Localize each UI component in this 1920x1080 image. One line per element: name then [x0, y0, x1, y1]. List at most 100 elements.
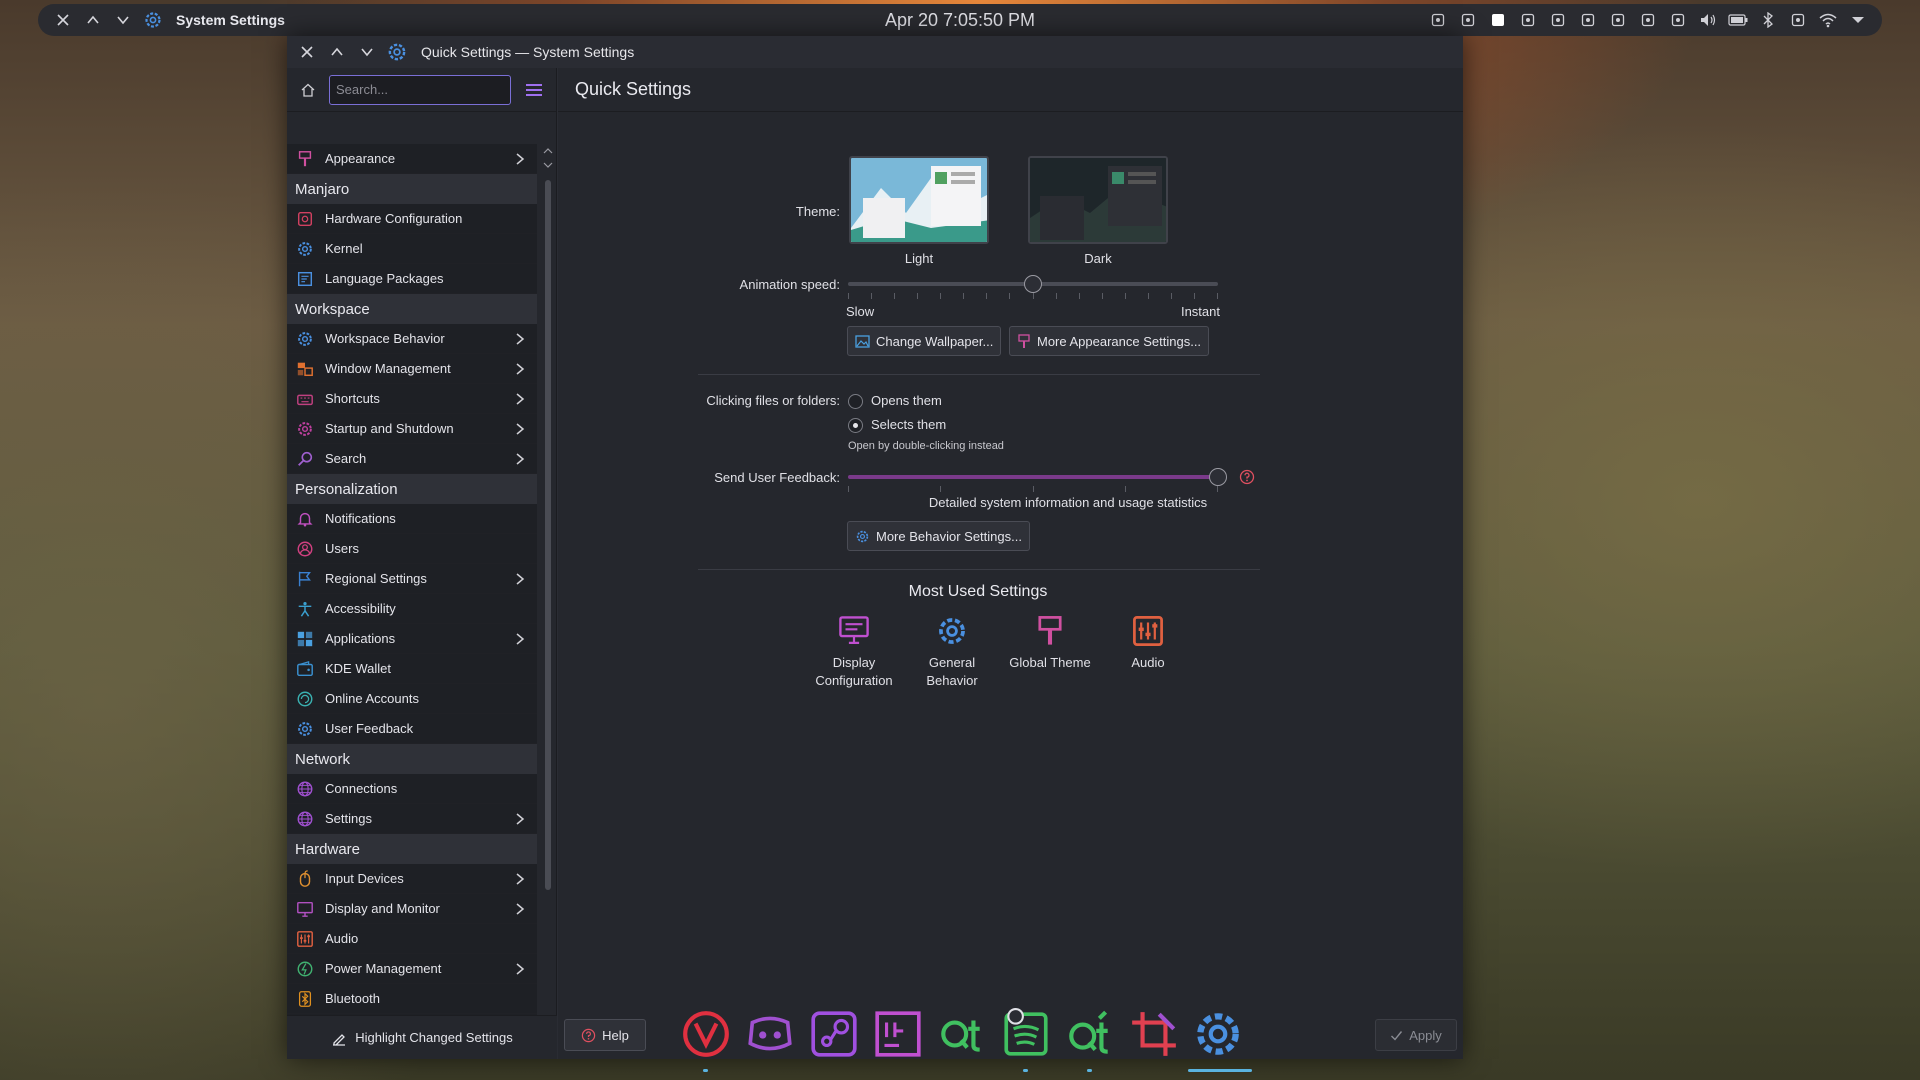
dock-app-qt-creator[interactable] — [1060, 1004, 1120, 1072]
slider-tick — [1171, 293, 1172, 299]
dock-active-indicator — [1188, 1069, 1252, 1072]
close-icon[interactable] — [52, 9, 74, 31]
volume-icon[interactable] — [1697, 10, 1718, 31]
dock-app-qt[interactable] — [932, 1004, 992, 1064]
sidebar-scrollbar[interactable] — [541, 144, 555, 1049]
sidebar-item-online-accounts[interactable]: Online Accounts — [287, 684, 537, 714]
opens-them-label[interactable]: Opens them — [871, 393, 942, 408]
sidebar-item-users[interactable]: Users — [287, 534, 537, 564]
notifications-icon[interactable] — [1457, 10, 1478, 31]
most-used-general-behavior[interactable]: General Behavior — [903, 614, 1001, 690]
animation-speed-handle[interactable] — [1024, 275, 1042, 293]
accounts-icon — [295, 689, 315, 709]
sidebar-item-shortcuts[interactable]: Shortcuts — [287, 384, 537, 414]
most-used-global-theme[interactable]: Global Theme — [1001, 614, 1099, 672]
help-icon[interactable] — [1239, 469, 1255, 485]
sidebar-item-input-devices[interactable]: Input Devices — [287, 864, 537, 894]
sidebar-item-accessibility[interactable]: Accessibility — [287, 594, 537, 624]
hamburger-menu-icon[interactable] — [523, 79, 545, 101]
selects-them-label[interactable]: Selects them — [871, 417, 946, 432]
most-used-display-configuration[interactable]: Display Configuration — [805, 614, 903, 690]
media-icon[interactable] — [1517, 10, 1538, 31]
theme-dark-card[interactable] — [1028, 156, 1168, 244]
opens-them-radio[interactable] — [848, 394, 863, 409]
scrollbar-thumb[interactable] — [545, 180, 551, 890]
close-icon[interactable] — [295, 40, 319, 64]
sidebar-item-kde-wallet[interactable]: KDE Wallet — [287, 654, 537, 684]
dock-app-spotify[interactable] — [996, 1004, 1056, 1072]
apply-button[interactable]: Apply — [1375, 1019, 1457, 1051]
sidebar-item-notifications[interactable]: Notifications — [287, 504, 537, 534]
terminal-icon[interactable] — [1577, 10, 1598, 31]
theme-light-card[interactable] — [849, 156, 989, 244]
updates-icon[interactable] — [1547, 10, 1568, 31]
dock-app-steam[interactable] — [804, 1004, 864, 1064]
sidebar-item-hardware-configuration[interactable]: Hardware Configuration — [287, 204, 537, 234]
expand-tray-icon[interactable] — [1847, 10, 1868, 31]
sidebar-item-display-and-monitor[interactable]: Display and Monitor — [287, 894, 537, 924]
scroll-up-icon[interactable] — [541, 144, 555, 158]
clipboard-history-icon[interactable] — [1637, 10, 1658, 31]
dock-app-vivaldi[interactable] — [676, 1004, 736, 1072]
kdeconnect-icon[interactable] — [1427, 10, 1448, 31]
help-button[interactable]: Help — [564, 1019, 646, 1051]
apply-label: Apply — [1409, 1027, 1442, 1043]
feedback-description: Detailed system information and usage st… — [928, 495, 1208, 510]
search-icon — [295, 449, 315, 469]
accessibility-icon — [295, 599, 315, 619]
sidebar-item-startup-and-shutdown[interactable]: Startup and Shutdown — [287, 414, 537, 444]
sidebar-item-window-management[interactable]: Window Management — [287, 354, 537, 384]
sidebar-item-applications[interactable]: Applications — [287, 624, 537, 654]
clock[interactable]: Apr 20 7:05:50 PM — [885, 10, 1035, 30]
chevron-down-icon[interactable] — [112, 9, 134, 31]
window-titlebar[interactable]: Quick Settings — System Settings — [287, 36, 1463, 68]
more-behavior-button[interactable]: More Behavior Settings... — [847, 521, 1030, 551]
sidebar-item-workspace-behavior[interactable]: Workspace Behavior — [287, 324, 537, 354]
user-icon[interactable] — [1607, 10, 1628, 31]
sidebar-item-regional-settings[interactable]: Regional Settings — [287, 564, 537, 594]
sidebar-item-kernel[interactable]: Kernel — [287, 234, 537, 264]
clicking-files-label: Clicking files or folders: — [706, 393, 840, 408]
dock-app-system-settings[interactable] — [1188, 1004, 1252, 1072]
hardware-icon — [295, 209, 315, 229]
minimize-icon[interactable] — [355, 40, 379, 64]
battery-icon[interactable] — [1727, 10, 1748, 31]
slider-tick — [1194, 293, 1195, 299]
maximize-icon[interactable] — [325, 40, 349, 64]
feedback-handle[interactable] — [1209, 468, 1227, 486]
sidebar-item-appearance[interactable]: Appearance — [287, 144, 537, 174]
change-wallpaper-button[interactable]: Change Wallpaper... — [847, 326, 1002, 356]
steam-icon — [808, 1008, 860, 1060]
more-appearance-label: More Appearance Settings... — [1037, 333, 1202, 349]
animation-slow-label: Slow — [846, 304, 875, 319]
sidebar-item-audio[interactable]: Audio — [287, 924, 537, 954]
dock-app-intellij[interactable] — [868, 1004, 928, 1064]
feedback-track[interactable] — [848, 475, 1218, 479]
sidebar-item-connections[interactable]: Connections — [287, 774, 537, 804]
dock-app-crop-tool[interactable] — [1124, 1004, 1184, 1064]
sidebar-item-power-management[interactable]: Power Management — [287, 954, 537, 984]
scroll-down-icon[interactable] — [541, 158, 555, 172]
sidebar-item-user-feedback[interactable]: User Feedback — [287, 714, 537, 744]
sidebar-item-settings[interactable]: Settings — [287, 804, 537, 834]
most-used-audio[interactable]: Audio — [1099, 614, 1197, 672]
bluetooth-icon — [295, 989, 315, 1009]
chevron-up-icon[interactable] — [82, 9, 104, 31]
globe-icon — [295, 809, 315, 829]
sidebar-item-language-packages[interactable]: Language Packages — [287, 264, 537, 294]
brightness-icon[interactable] — [1667, 10, 1688, 31]
highlight-changed-button[interactable]: Highlight Changed Settings — [287, 1015, 557, 1059]
wifi-icon[interactable] — [1817, 10, 1838, 31]
home-icon[interactable] — [297, 79, 319, 101]
highlight-changed-label: Highlight Changed Settings — [355, 1030, 513, 1045]
theme-dark-caption: Dark — [1084, 251, 1112, 266]
more-appearance-button[interactable]: More Appearance Settings... — [1009, 326, 1210, 356]
selects-them-radio[interactable] — [848, 418, 863, 433]
clipboard-icon[interactable] — [1487, 10, 1508, 31]
device-icon[interactable] — [1787, 10, 1808, 31]
sidebar-item-search[interactable]: Search — [287, 444, 537, 474]
sidebar-item-bluetooth[interactable]: Bluetooth — [287, 984, 537, 1014]
search-input[interactable] — [329, 74, 511, 105]
dock-app-discord[interactable] — [740, 1004, 800, 1064]
bluetooth-icon[interactable] — [1757, 10, 1778, 31]
